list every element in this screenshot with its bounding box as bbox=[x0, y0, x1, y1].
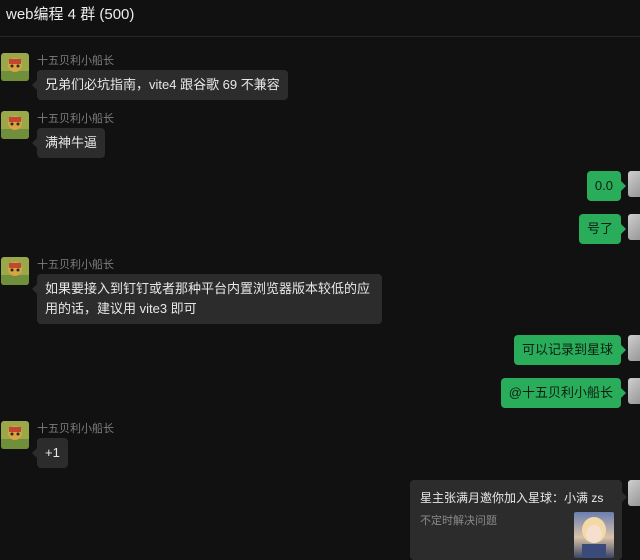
game-character-avatar-icon bbox=[1, 421, 29, 449]
message-bubble-outgoing[interactable]: 号了 bbox=[578, 214, 627, 244]
message-bubble-outgoing[interactable]: @十五贝利小船长 bbox=[500, 378, 627, 408]
chat-header: web编程 4 群 (500) bbox=[0, 0, 640, 37]
sender-name: 十五贝利小船长 bbox=[37, 423, 114, 435]
message-bubble[interactable]: 如果要接入到钉钉或者那种平台内置浏览器版本较低的应用的话，建议用 vite3 即… bbox=[32, 274, 382, 324]
message-bubble-outgoing[interactable]: 0.0 bbox=[586, 171, 627, 201]
sender-avatar[interactable] bbox=[1, 257, 29, 285]
game-character-avatar-icon bbox=[1, 111, 29, 139]
chat-title: web编程 4 群 (500) bbox=[6, 6, 135, 23]
user-avatar-icon[interactable] bbox=[628, 480, 640, 506]
planet-invite-card[interactable]: 星主张满月邀你加入星球：小满 zs 不定时解决问题 bbox=[410, 480, 627, 560]
game-character-avatar-icon bbox=[1, 257, 29, 285]
message-bubble[interactable]: 兄弟们必坑指南，vite4 跟谷歌 69 不兼容 bbox=[32, 70, 288, 100]
sender-name: 十五贝利小船长 bbox=[37, 113, 114, 125]
sender-avatar[interactable] bbox=[1, 421, 29, 449]
message-bubble[interactable]: +1 bbox=[32, 438, 68, 468]
anime-girl-thumbnail-icon bbox=[574, 512, 614, 558]
user-avatar-icon[interactable] bbox=[628, 171, 640, 197]
sender-name: 十五贝利小船长 bbox=[37, 55, 114, 67]
message-bubble[interactable]: 满神牛逼 bbox=[31, 128, 106, 158]
sender-name: 十五贝利小船长 bbox=[37, 259, 114, 271]
message-bubble-outgoing[interactable]: 可以记录到星球 bbox=[513, 335, 627, 365]
sender-avatar[interactable] bbox=[1, 53, 29, 81]
user-avatar-icon[interactable] bbox=[628, 335, 640, 361]
game-character-avatar-icon bbox=[1, 53, 29, 81]
user-avatar-icon[interactable] bbox=[628, 214, 640, 240]
sender-avatar[interactable] bbox=[1, 111, 29, 139]
card-title: 星主张满月邀你加入星球：小满 zs bbox=[420, 491, 604, 505]
user-avatar-icon[interactable] bbox=[628, 378, 640, 404]
